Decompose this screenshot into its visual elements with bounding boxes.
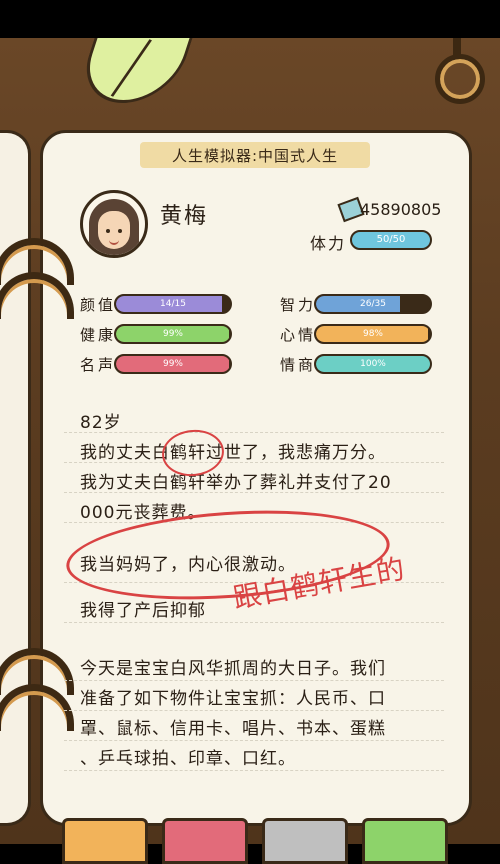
- stat-value-intelligence: 26/35: [360, 299, 386, 309]
- story-line: 我的丈夫白鹤轩过世了，我悲痛万分。: [80, 443, 386, 463]
- stat-bar-fame: 99%: [114, 354, 232, 374]
- bottom-tab[interactable]: [262, 818, 348, 864]
- stat-bar-intelligence: 26/35: [314, 294, 432, 314]
- stat-bar-looks: 14/15: [114, 294, 232, 314]
- stat-value-health: 99%: [162, 329, 183, 339]
- stat-bar-mood: 98%: [314, 324, 432, 344]
- bottom-tab[interactable]: [62, 818, 148, 864]
- app-title: 人生模拟器:中国式人生: [140, 142, 370, 168]
- story-line: 、乒乓球拍、印章、口红。: [80, 749, 296, 769]
- bottom-tab[interactable]: [162, 818, 248, 864]
- hanger-ring-icon: [435, 54, 485, 104]
- stamina-label: 体力: [310, 234, 347, 253]
- story-age: 82岁: [80, 413, 122, 433]
- stat-label-fame: 名声: [80, 356, 117, 374]
- stat-label-mood: 心情: [280, 326, 317, 344]
- story-line: 罩、鼠标、信用卡、唱片、书本、蛋糕: [80, 719, 386, 739]
- stat-value-looks: 14/15: [160, 299, 186, 309]
- story-line: 我为丈夫白鹤轩举办了葬礼并支付了20: [80, 473, 392, 493]
- character-name: 黄梅: [160, 204, 209, 229]
- stat-value-fame: 99%: [162, 359, 183, 369]
- stamina-bar: 50/50: [350, 230, 432, 250]
- stat-bar-eq: 100%: [314, 354, 432, 374]
- story-line: 今天是宝宝白风华抓周的大日子。我们: [80, 659, 386, 679]
- stat-label-looks: 颜值: [80, 296, 117, 314]
- money-value: 45890805: [360, 200, 442, 219]
- bottom-tab[interactable]: [362, 818, 448, 864]
- stat-label-health: 健康: [80, 326, 117, 344]
- stat-value-mood: 98%: [362, 329, 383, 339]
- stat-label-eq: 情商: [280, 356, 317, 374]
- stat-label-intelligence: 智力: [280, 296, 317, 314]
- stat-value-eq: 100%: [360, 359, 386, 369]
- story-line: 准备了如下物件让宝宝抓：人民币、口: [80, 689, 386, 709]
- avatar[interactable]: [80, 190, 148, 258]
- stat-bar-health: 99%: [114, 324, 232, 344]
